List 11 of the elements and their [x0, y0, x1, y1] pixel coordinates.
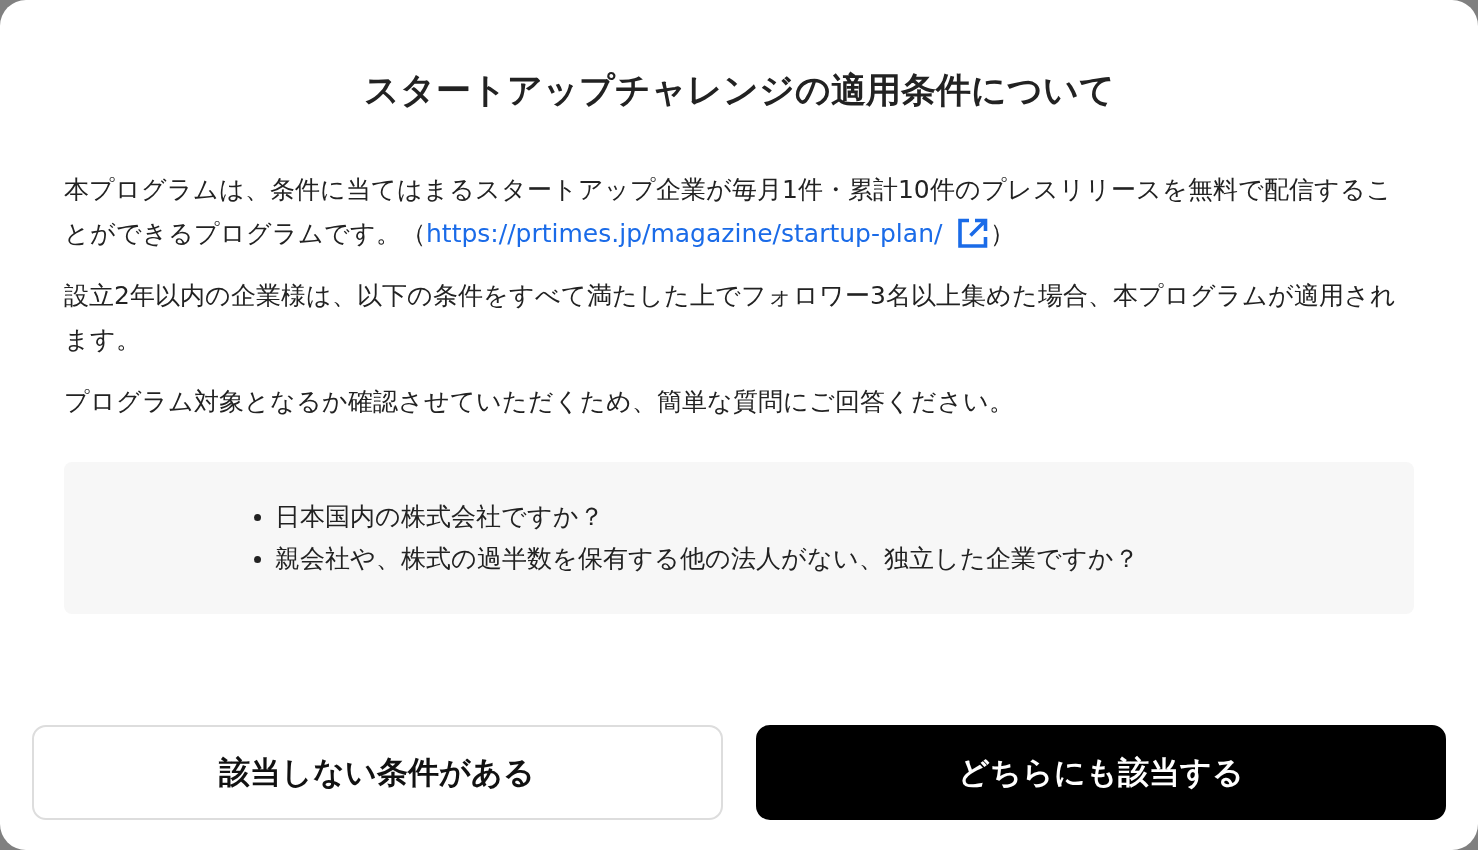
confirm-button[interactable]: どちらにも該当する	[755, 725, 1446, 820]
condition-text: 日本国内の株式会社ですか？	[275, 501, 604, 533]
decline-button[interactable]: 該当しない条件がある	[32, 725, 723, 820]
bullet-icon	[254, 555, 261, 563]
dialog-title: スタートアップチャレンジの適用条件について	[362, 69, 1116, 112]
intro-paragraph: 本プログラムは、条件に当てはまるスタートアップ企業が毎月1件・累計10件のプレスリリースを無料で配信することができるプログラムです。（https://prtimes.jp/magazine/startup-plan/ ）	[64, 168, 1414, 256]
condition-text: 親会社や、株式の過半数を保有する他の法人がない、独立した企業ですか？	[275, 543, 1139, 575]
body-paragraph: プログラム対象となるか確認させていただくため、簡単な質問にご回答ください。	[64, 386, 1015, 418]
bullet-icon	[254, 513, 261, 521]
startup-plan-link[interactable]: https://prtimes.jp/magazine/startup-plan/	[426, 212, 991, 256]
body-paragraph: 設立2年以内の企業様は、以下の条件をすべて満たした上でフォロワー3名以上集めた場合、本プログラムが適用されます。	[64, 280, 1397, 356]
